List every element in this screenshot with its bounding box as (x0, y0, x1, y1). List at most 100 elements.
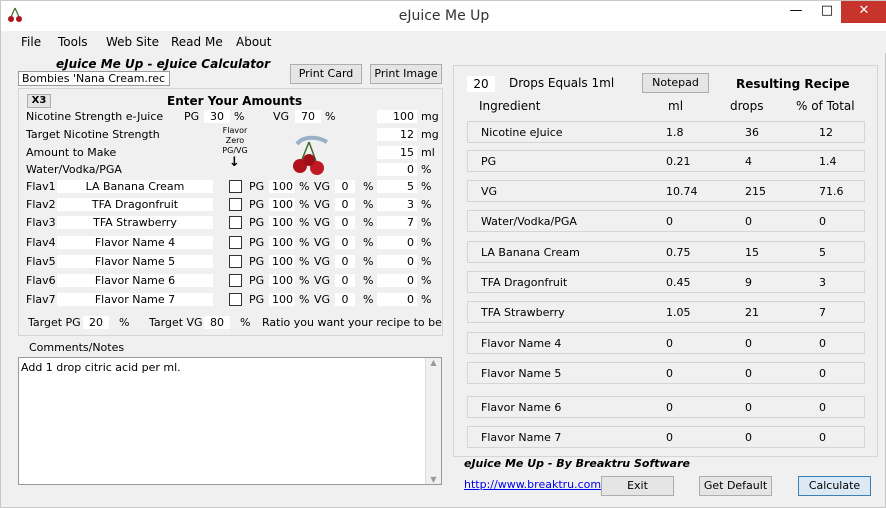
flavor-slot-label: Flav1 (26, 180, 56, 193)
flavor-zero-checkbox[interactable] (229, 216, 242, 229)
flavor-vg-pct: % (363, 236, 374, 249)
comments-textarea[interactable]: Add 1 drop citric acid per ml. ▲ ▼ (18, 357, 442, 485)
file-name-field[interactable]: Bombies 'Nana Cream.rec (18, 71, 170, 86)
flavor-zero-checkbox[interactable] (229, 255, 242, 268)
result-ml: 0.45 (666, 276, 691, 289)
result-ingredient: TFA Dragonfruit (481, 276, 568, 289)
menu-file[interactable]: File (21, 35, 41, 49)
flavor-pct-input[interactable]: 3 (377, 198, 417, 211)
notepad-button[interactable]: Notepad (642, 73, 709, 93)
result-ml: 1.8 (666, 126, 684, 139)
target-nicotine-label: Target Nicotine Strength (26, 128, 160, 141)
exit-button[interactable]: Exit (601, 476, 674, 496)
flavor-pg-pct: % (299, 274, 310, 287)
result-drops: 9 (745, 276, 752, 289)
flavor-pct-input[interactable]: 0 (377, 274, 417, 287)
flavor-vg-pct: % (363, 198, 374, 211)
water-input[interactable]: 0 (377, 163, 417, 176)
result-drops: 0 (745, 215, 752, 228)
target-pg-label: Target PG (28, 316, 81, 329)
flavor-vg-label: VG (314, 236, 331, 249)
result-ingredient: VG (481, 185, 498, 198)
maximize-button[interactable]: □ (813, 1, 841, 23)
vg-label: VG (273, 110, 290, 123)
pg-pct: % (234, 110, 245, 123)
flavor-zero-checkbox[interactable] (229, 293, 242, 306)
flavor-pct-input[interactable]: 0 (377, 255, 417, 268)
flavor-vg-input[interactable]: 0 (335, 180, 355, 193)
result-pct: 0 (819, 215, 826, 228)
flavor-pg-input[interactable]: 100 (269, 216, 295, 229)
menu-tools[interactable]: Tools (58, 35, 88, 49)
flavor-vg-label: VG (314, 293, 331, 306)
result-ingredient: Flavor Name 6 (481, 401, 562, 414)
flavor-zero-checkbox[interactable] (229, 274, 242, 287)
flavor-zero-checkbox[interactable] (229, 236, 242, 249)
flavor-pg-input[interactable]: 100 (269, 274, 295, 287)
flavor-vg-input[interactable]: 0 (335, 274, 355, 287)
target-vg-input[interactable]: 80 (204, 316, 230, 329)
scroll-down-icon[interactable]: ▼ (426, 475, 441, 484)
result-pct: 0 (819, 401, 826, 414)
scroll-up-icon[interactable]: ▲ (426, 358, 441, 367)
flavor-pct-input[interactable]: 7 (377, 216, 417, 229)
minimize-button[interactable]: — (779, 1, 813, 23)
result-pct: 0 (819, 431, 826, 444)
flavor-pg-input[interactable]: 100 (269, 180, 295, 193)
flavor-vg-input[interactable]: 0 (335, 216, 355, 229)
flavor-name-input[interactable]: Flavor Name 7 (57, 293, 213, 306)
comments-scrollbar[interactable]: ▲ ▼ (425, 358, 441, 484)
vg-input[interactable]: 70 (295, 110, 321, 123)
close-button[interactable]: ✕ (841, 1, 886, 23)
mg-unit: mg (421, 110, 439, 123)
flavor-vg-input[interactable]: 0 (335, 255, 355, 268)
result-drops: 0 (745, 337, 752, 350)
flavor-vg-input[interactable]: 0 (335, 236, 355, 249)
website-link[interactable]: http://www.breaktru.com (464, 478, 601, 491)
flavor-pct-input[interactable]: 5 (377, 180, 417, 193)
flavor-pg-pct: % (299, 236, 310, 249)
flavor-name-input[interactable]: Flavor Name 4 (57, 236, 213, 249)
print-image-button[interactable]: Print Image (370, 64, 442, 84)
target-pg-input[interactable]: 20 (83, 316, 109, 329)
amount-input[interactable]: 15 (377, 146, 417, 159)
flavor-zero-checkbox[interactable] (229, 198, 242, 211)
result-row: Flavor Name 4 0 0 0 (467, 332, 865, 354)
flavor-pg-input[interactable]: 100 (269, 255, 295, 268)
pg-input[interactable]: 30 (204, 110, 230, 123)
flavor-name-input[interactable]: Flavor Name 6 (57, 274, 213, 287)
flavor-zero-checkbox[interactable] (229, 180, 242, 193)
print-card-button[interactable]: Print Card (290, 64, 362, 84)
nicotine-input[interactable]: 100 (377, 110, 417, 123)
flavor-pct-input[interactable]: 0 (377, 236, 417, 249)
flavor-pct-input[interactable]: 0 (377, 293, 417, 306)
flavor-pg-input[interactable]: 100 (269, 293, 295, 306)
flavor-name-input[interactable]: LA Banana Cream (57, 180, 213, 193)
flavor-pct-unit: % (421, 236, 432, 249)
flavor-vg-input[interactable]: 0 (335, 198, 355, 211)
flavor-name-input[interactable]: TFA Dragonfruit (57, 198, 213, 211)
flavor-vg-label: VG (314, 216, 331, 229)
calculate-button[interactable]: Calculate (798, 476, 871, 496)
target-nicotine-input[interactable]: 12 (377, 128, 417, 141)
menu-read-me[interactable]: Read Me (171, 35, 223, 49)
flavor-name-input[interactable]: TFA Strawberry (57, 216, 213, 229)
drops-input[interactable]: 20 (467, 76, 495, 92)
footer-credit: eJuice Me Up - By Breaktru Software (464, 457, 690, 470)
flavor-slot-label: Flav6 (26, 274, 56, 287)
flavor-vg-input[interactable]: 0 (335, 293, 355, 306)
flavor-pg-pct: % (299, 216, 310, 229)
get-default-button[interactable]: Get Default (699, 476, 772, 496)
flavor-pg-input[interactable]: 100 (269, 198, 295, 211)
menu-web-site[interactable]: Web Site (106, 35, 159, 49)
result-ingredient: Flavor Name 5 (481, 367, 562, 380)
flavor-vg-pct: % (363, 255, 374, 268)
flavor-pg-input[interactable]: 100 (269, 236, 295, 249)
flavor-name-input[interactable]: Flavor Name 5 (57, 255, 213, 268)
cherries-image (293, 135, 329, 175)
x3-button[interactable]: X3 (27, 94, 51, 108)
menu-about[interactable]: About (236, 35, 271, 49)
result-drops: 15 (745, 246, 759, 259)
flavor-slot-label: Flav3 (26, 216, 56, 229)
flavor-pg-label: PG (249, 180, 265, 193)
